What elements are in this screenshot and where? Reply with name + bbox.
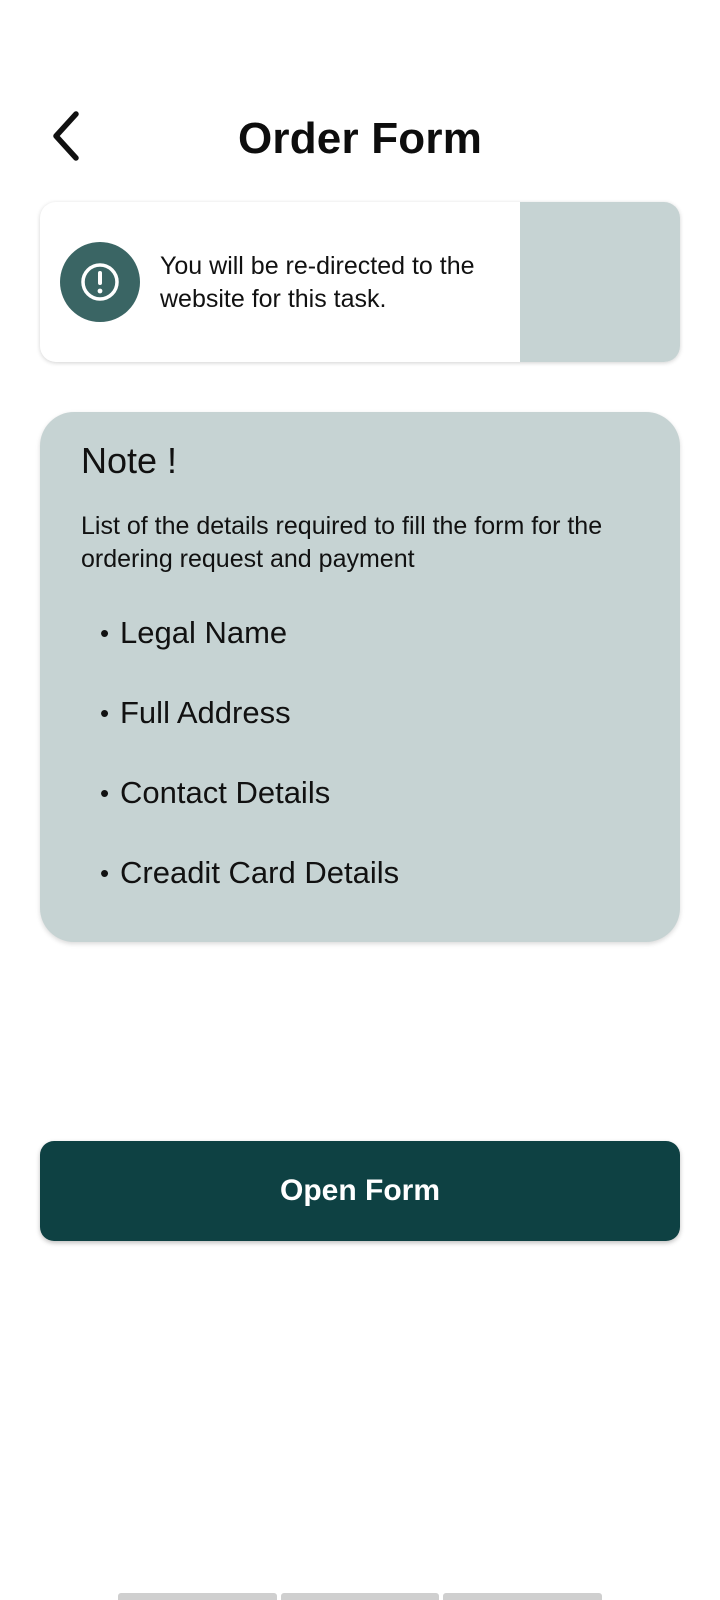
app-header: Order Form <box>0 100 720 180</box>
nav-bar-segment <box>443 1593 603 1600</box>
required-details-list: • Legal Name • Full Address • Contact De… <box>100 616 399 936</box>
list-item: • Contact Details <box>100 776 399 856</box>
redirect-message: You will be re-directed to the website f… <box>160 252 475 313</box>
list-item: • Full Address <box>100 696 399 776</box>
list-item-label: Full Address <box>120 695 291 730</box>
nav-bar-segment <box>280 1593 440 1600</box>
redirect-info-card: You will be re-directed to the website f… <box>40 202 680 362</box>
open-form-button[interactable]: Open Form <box>40 1141 680 1241</box>
list-item: • Creadit Card Details <box>100 856 399 936</box>
info-icon-badge <box>60 242 140 322</box>
list-item-label: Legal Name <box>120 615 288 650</box>
alert-circle-icon <box>81 263 119 301</box>
list-item-label: Contact Details <box>120 775 331 810</box>
list-item: • Legal Name <box>100 616 399 696</box>
bullet-icon: • <box>100 778 110 808</box>
info-card-side-panel <box>520 202 680 362</box>
list-item-label: Creadit Card Details <box>120 855 400 890</box>
note-description: List of the details required to fill the… <box>81 512 603 573</box>
note-title: Note ! <box>81 440 178 481</box>
bullet-icon: • <box>100 858 110 888</box>
note-card: Note ! List of the details required to f… <box>40 412 680 942</box>
page-title: Order Form <box>237 114 483 163</box>
bullet-icon: • <box>100 618 110 648</box>
nav-bar-segment <box>118 1593 277 1600</box>
gesture-nav-bar[interactable] <box>118 1593 603 1600</box>
bullet-icon: • <box>100 698 110 728</box>
